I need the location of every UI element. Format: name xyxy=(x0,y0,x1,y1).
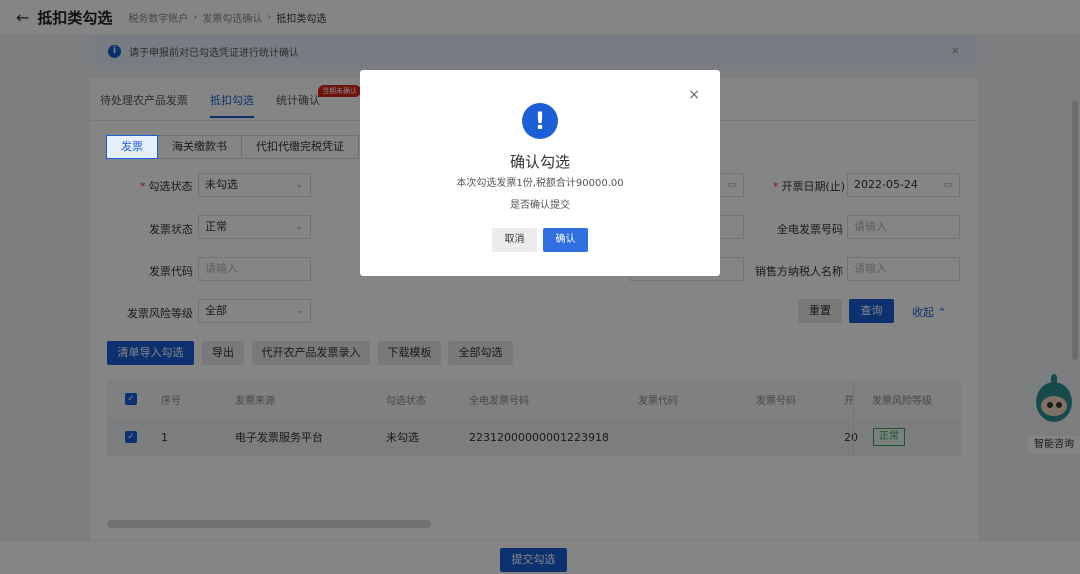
dialog-message: 本次勾选发票1份,税额合计90000.00 xyxy=(456,178,624,189)
close-icon[interactable]: × xyxy=(688,87,700,103)
cancel-button[interactable]: 取消 xyxy=(492,228,537,252)
confirm-dialog: × ! 确认勾选 本次勾选发票1份,税额合计90000.00 是否确认提交 取消… xyxy=(360,70,720,276)
dialog-question: 是否确认提交 xyxy=(510,200,570,211)
confirm-button[interactable]: 确认 xyxy=(543,228,588,252)
exclamation-icon: ! xyxy=(522,103,558,139)
type-tab-invoice[interactable]: 发票 xyxy=(106,135,158,159)
dialog-title: 确认勾选 xyxy=(509,153,570,171)
